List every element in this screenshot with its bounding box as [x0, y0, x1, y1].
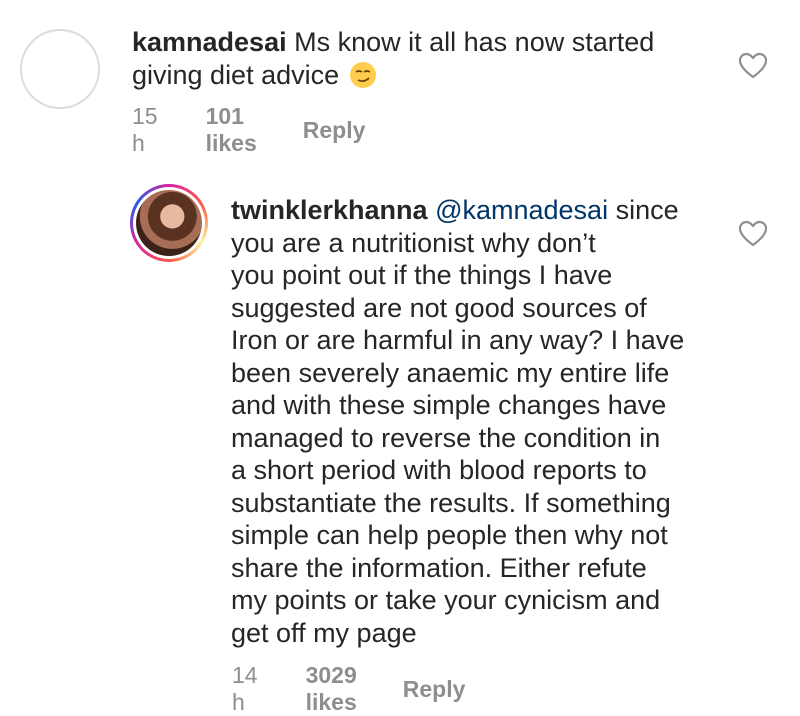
avatar[interactable] — [130, 184, 208, 262]
comment-body-line: been severely anaemic my entire life — [231, 357, 670, 388]
comment-time: 15 h — [132, 103, 158, 156]
comment-meta: 15 h 101 likes Reply — [132, 103, 365, 157]
comment-username[interactable]: kamnadesai — [132, 27, 287, 57]
smirking-face-icon — [349, 61, 376, 88]
comment-body-line: suggested are not good sources of — [231, 292, 647, 323]
comment-body-line: you are a nutritionist why don’t — [231, 227, 596, 258]
comment-body-line: a short period with blood reports to — [231, 455, 647, 485]
reply-button[interactable]: Reply — [403, 676, 466, 703]
mention-link[interactable]: @kamnadesai — [435, 195, 608, 225]
comment-body-line: since — [615, 195, 679, 225]
reply-button[interactable]: Reply — [303, 117, 366, 144]
likes-count[interactable]: 101 likes — [206, 103, 257, 157]
avatar[interactable] — [20, 29, 100, 109]
comment-body-line: simple can help people then why not — [231, 520, 668, 550]
comment-body-line: share the information. Either refute — [231, 552, 647, 583]
heart-icon[interactable] — [738, 220, 768, 248]
comment-meta: 14 h 3029 likes Reply — [232, 662, 465, 716]
comment-text: twinklerkhanna @kamnadesai since you are… — [231, 194, 731, 649]
comment-body-line: and with these simple changes have — [231, 390, 667, 420]
heart-icon[interactable] — [738, 52, 768, 80]
comment-body-line: Iron or are harmful in any way? I have — [231, 325, 685, 355]
likes-count[interactable]: 3029 likes — [306, 662, 357, 716]
comment-body-line: giving diet advice — [132, 59, 340, 90]
comment-body-line: my points or take your cynicism and — [231, 585, 661, 615]
comment-body-line: get off my page — [231, 617, 417, 648]
comment-body-line: substantiate the results. If something — [231, 487, 671, 518]
comment-username[interactable]: twinklerkhanna — [231, 195, 428, 225]
comment-body-line: you point out if the things I have — [231, 260, 613, 290]
comment-body-line: Ms know it all has now started — [294, 27, 655, 57]
comment-body-line: managed to reverse the condition in — [231, 422, 661, 453]
comment-time: 14 h — [232, 662, 258, 715]
profile-photo — [136, 190, 202, 256]
comment-text: kamnadesai Ms know it all has now starte… — [132, 26, 732, 91]
